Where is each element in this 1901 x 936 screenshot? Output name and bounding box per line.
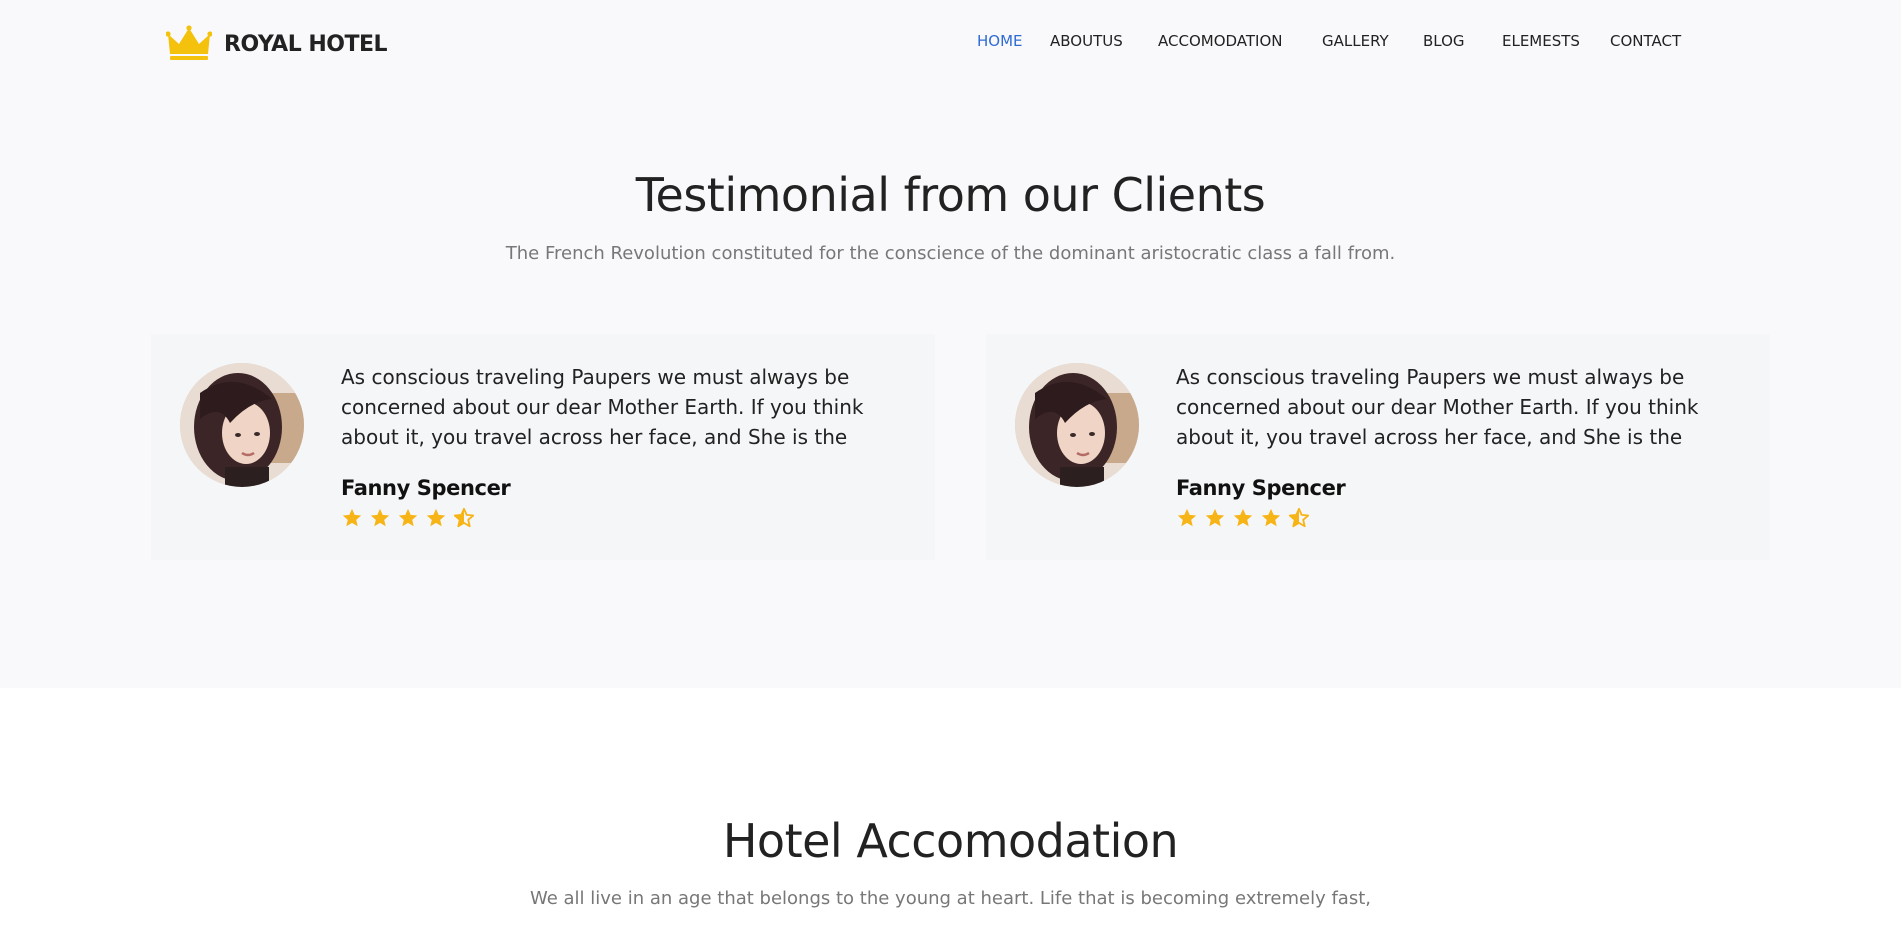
avatar-image (1015, 363, 1139, 487)
testimonial-section: Testimonial from our Clients The French … (0, 86, 1901, 688)
star-full-icon (370, 508, 390, 527)
accomodation-subtitle: We all live in an age that belongs to th… (529, 888, 1371, 909)
star-half-icon (1288, 507, 1310, 528)
accomodation-section: Hotel Accomodation We all live in an age… (0, 688, 1901, 936)
nav-blog[interactable]: BLOG (1423, 31, 1465, 51)
testimonial-quote: As conscious traveling Paupers we must a… (1176, 365, 1699, 449)
nav-gallery[interactable]: GALLERY (1322, 31, 1389, 51)
testimonial-card: As conscious traveling Paupers we must a… (151, 334, 935, 560)
star-full-icon (342, 508, 362, 527)
testimonial-quote: As conscious traveling Paupers we must a… (341, 365, 864, 449)
client-avatar (180, 363, 304, 487)
star-full-icon (398, 508, 418, 527)
star-full-icon (426, 508, 446, 527)
client-name: Fanny Spencer (1176, 476, 1346, 500)
testimonial-title: Testimonial from our Clients (635, 168, 1266, 222)
avatar-image (180, 363, 304, 487)
star-half-icon (453, 507, 475, 528)
star-full-icon (1205, 508, 1225, 527)
client-name: Fanny Spencer (341, 476, 511, 500)
star-rating (341, 507, 475, 529)
nav-contact[interactable]: CONTACT (1610, 31, 1681, 51)
client-avatar (1015, 363, 1139, 487)
testimonial-card: As conscious traveling Paupers we must a… (986, 334, 1770, 560)
star-full-icon (1233, 508, 1253, 527)
nav-aboutus[interactable]: ABOUTUS (1050, 31, 1123, 51)
star-rating (1176, 507, 1310, 529)
nav-accomodation[interactable]: ACCOMODATION (1158, 31, 1283, 51)
nav-elemests[interactable]: ELEMESTS (1502, 31, 1580, 51)
site-header: ROYAL HOTEL HOME ABOUTUS ACCOMODATION GA… (0, 0, 1901, 86)
star-full-icon (1177, 508, 1197, 527)
accomodation-title: Hotel Accomodation (722, 814, 1179, 868)
nav-home[interactable]: HOME (977, 31, 1023, 51)
testimonial-subtitle: The French Revolution constituted for th… (505, 243, 1396, 264)
star-full-icon (1261, 508, 1281, 527)
main-nav: HOME ABOUTUS ACCOMODATION GALLERY BLOG E… (0, 0, 1901, 86)
